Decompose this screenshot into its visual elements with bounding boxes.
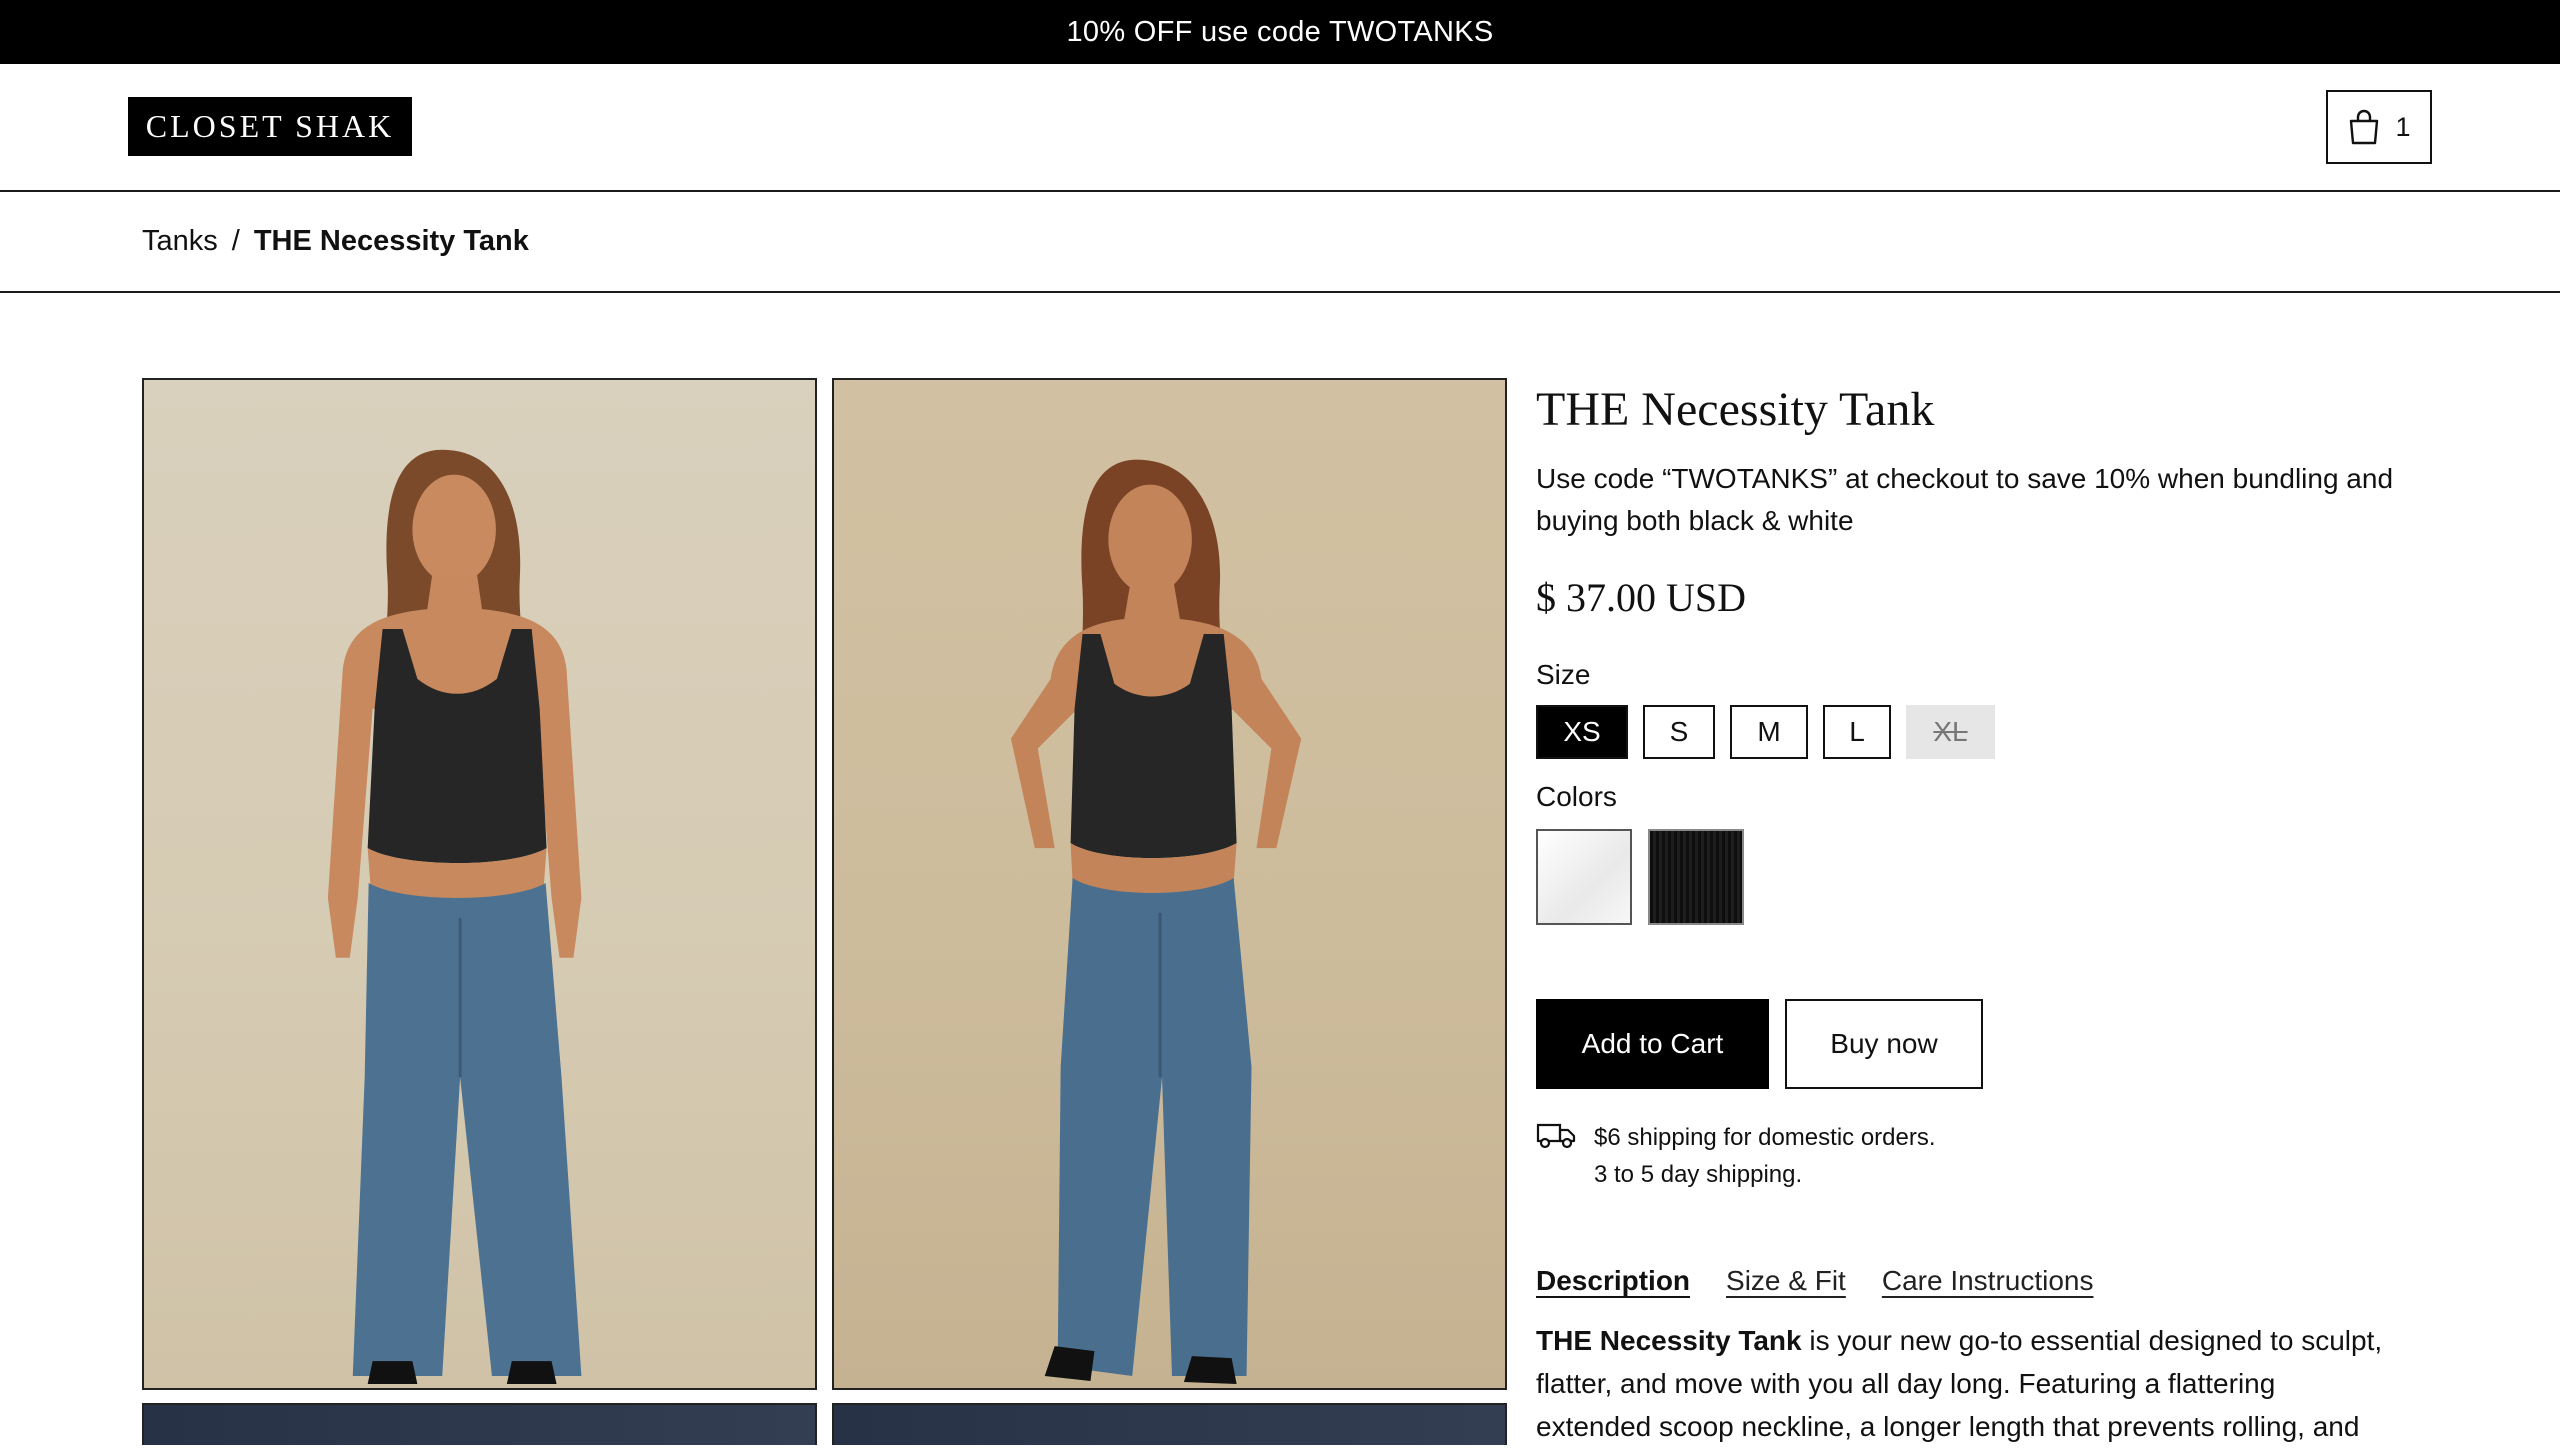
tab-care-instructions[interactable]: Care Instructions bbox=[1882, 1265, 2094, 1297]
description-product-name: THE Necessity Tank bbox=[1536, 1325, 1802, 1356]
model-photo-illustration bbox=[1010, 459, 1302, 1385]
size-option-xl[interactable]: XL bbox=[1906, 705, 1995, 759]
color-selector bbox=[1536, 829, 2396, 925]
thumbnail-image-4[interactable] bbox=[832, 1403, 1507, 1445]
color-swatch-black[interactable] bbox=[1648, 829, 1744, 925]
thumbnail-image-3[interactable] bbox=[142, 1403, 817, 1445]
product-image-side[interactable] bbox=[832, 378, 1507, 1390]
store-logo[interactable]: CLOSET SHAK bbox=[128, 97, 412, 156]
size-label: Size bbox=[1536, 659, 1591, 690]
tab-description[interactable]: Description bbox=[1536, 1265, 1690, 1297]
purchase-actions: Add to Cart Buy now bbox=[1536, 999, 2396, 1089]
product-tabs: Description Size & Fit Care Instructions bbox=[1536, 1265, 2396, 1297]
colors-label: Colors bbox=[1536, 781, 1617, 812]
breadcrumb: Tanks / THE Necessity Tank bbox=[0, 192, 2560, 293]
shipping-info: $6 shipping for domestic orders. 3 to 5 … bbox=[1536, 1119, 2396, 1193]
breadcrumb-link-tanks[interactable]: Tanks bbox=[142, 225, 218, 258]
size-option-xs[interactable]: XS bbox=[1536, 705, 1628, 759]
size-selector: XS S M L XL bbox=[1536, 705, 2396, 759]
announcement-bar: 10% OFF use code TWOTANKS bbox=[0, 0, 2560, 64]
product-description: THE Necessity Tank is your new go-to ess… bbox=[1536, 1319, 2396, 1448]
size-option-s[interactable]: S bbox=[1643, 705, 1715, 759]
product-title: THE Necessity Tank bbox=[1536, 383, 1935, 436]
add-to-cart-button[interactable]: Add to Cart bbox=[1536, 999, 1769, 1089]
breadcrumb-current: THE Necessity Tank bbox=[253, 225, 529, 257]
size-option-l[interactable]: L bbox=[1823, 705, 1891, 759]
cart-count: 1 bbox=[2395, 111, 2411, 142]
product-price: $ 37.00 USD bbox=[1536, 575, 1747, 620]
tab-size-fit[interactable]: Size & Fit bbox=[1726, 1265, 1846, 1297]
breadcrumb-separator: / bbox=[231, 225, 240, 257]
cart-button[interactable]: 1 bbox=[2326, 90, 2432, 164]
size-option-m[interactable]: M bbox=[1730, 705, 1808, 759]
truck-icon bbox=[1536, 1123, 1576, 1149]
shopping-bag-icon bbox=[2350, 109, 2379, 145]
color-swatch-white[interactable] bbox=[1536, 829, 1632, 925]
shipping-time-text: 3 to 5 day shipping. bbox=[1594, 1161, 1803, 1188]
product-info: THE Necessity Tank Use code “TWOTANKS” a… bbox=[1536, 378, 2396, 1448]
announcement-text: 10% OFF use code TWOTANKS bbox=[1066, 15, 1494, 48]
site-header: CLOSET SHAK 1 bbox=[0, 64, 2560, 192]
model-photo-illustration bbox=[327, 449, 582, 1385]
buy-now-button[interactable]: Buy now bbox=[1785, 999, 1983, 1089]
product-image-front[interactable] bbox=[142, 378, 817, 1390]
shipping-cost-text: $6 shipping for domestic orders. bbox=[1594, 1124, 1936, 1151]
promo-text: Use code “TWOTANKS” at checkout to save … bbox=[1536, 463, 2394, 536]
